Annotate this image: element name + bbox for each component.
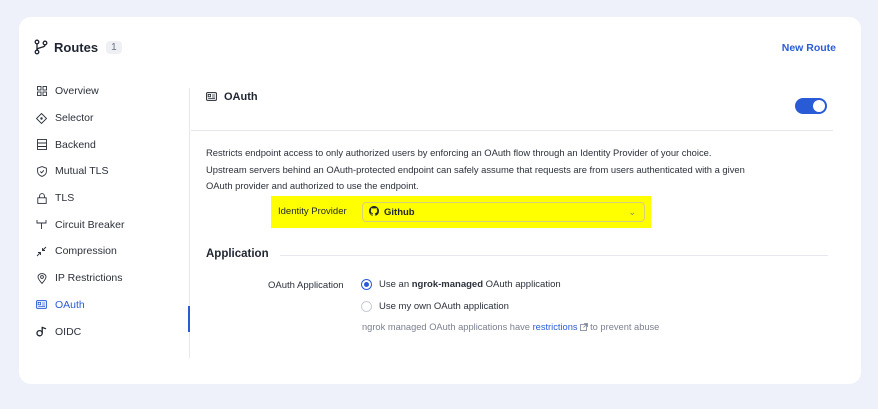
- page-title: Routes: [54, 39, 99, 55]
- radio-button-unchecked[interactable]: [361, 301, 372, 312]
- sidebar-active-indicator: [188, 306, 190, 332]
- sidebar-item-overview[interactable]: Overview: [36, 78, 188, 105]
- application-divider: [280, 255, 828, 256]
- identity-provider-select[interactable]: Github ⌄: [362, 202, 645, 222]
- external-link-icon: [579, 320, 588, 331]
- shield-icon: [36, 166, 47, 177]
- radio-own-label: Use my own OAuth application: [379, 301, 509, 312]
- restrictions-link[interactable]: restrictions: [533, 322, 578, 332]
- chevron-down-icon: ⌄: [628, 207, 636, 217]
- application-section-title: Application: [206, 248, 269, 260]
- sidebar-item-tls[interactable]: TLS: [36, 185, 188, 212]
- sidebar-item-mutual-tls[interactable]: Mutual TLS: [36, 158, 188, 185]
- radio-ngrok-managed[interactable]: Use an ngrok-managed OAuth application: [361, 279, 561, 290]
- compress-icon: [36, 246, 47, 257]
- managed-restrictions-note: ngrok managed OAuth applications have re…: [362, 320, 660, 332]
- sidebar-item-label: Mutual TLS: [55, 165, 109, 178]
- sidebar-item-label: Selector: [55, 112, 94, 125]
- radio-button-checked[interactable]: [361, 279, 372, 290]
- sidebar: Overview Selector Backend Mutual TLS TLS Circ…: [36, 78, 188, 345]
- sidebar-item-label: IP Restrictions: [55, 272, 123, 285]
- lock-icon: [36, 192, 47, 204]
- sidebar-item-oidc[interactable]: OIDC: [36, 318, 188, 345]
- sidebar-item-label: Compression: [55, 245, 117, 258]
- sidebar-item-label: OAuth: [55, 298, 85, 311]
- new-route-button[interactable]: New Route: [782, 42, 836, 54]
- routes-header: Routes 1: [34, 39, 122, 55]
- routes-count-badge: 1: [106, 40, 122, 54]
- id-card-icon: [206, 88, 217, 106]
- section-divider: [191, 130, 833, 131]
- branch-icon: [34, 39, 48, 55]
- sidebar-item-ip-restrictions[interactable]: IP Restrictions: [36, 265, 188, 292]
- sidebar-item-selector[interactable]: Selector: [36, 105, 188, 132]
- oauth-enabled-toggle[interactable]: [795, 98, 827, 114]
- sidebar-item-circuit-breaker[interactable]: Circuit Breaker: [36, 211, 188, 238]
- grid-icon: [36, 86, 47, 97]
- sidebar-item-label: Overview: [55, 85, 99, 98]
- section-title: OAuth: [224, 91, 258, 103]
- identity-provider-value: Github: [384, 206, 415, 218]
- github-icon: [369, 205, 379, 219]
- sidebar-item-label: Circuit Breaker: [55, 218, 125, 231]
- circuit-breaker-icon: [36, 219, 47, 230]
- sidebar-item-oauth[interactable]: OAuth: [36, 292, 188, 319]
- sidebar-item-compression[interactable]: Compression: [36, 238, 188, 265]
- radio-own-app[interactable]: Use my own OAuth application: [361, 301, 509, 312]
- sidebar-item-label: Backend: [55, 138, 96, 151]
- oauth-application-label: OAuth Application: [268, 280, 344, 291]
- radio-managed-label: Use an ngrok-managed OAuth application: [379, 279, 561, 290]
- id-card-icon: [36, 299, 47, 310]
- backend-icon: [36, 139, 47, 151]
- oauth-section-header: OAuth: [206, 88, 832, 106]
- identity-provider-label: Identity Provider: [278, 206, 347, 217]
- sidebar-item-backend[interactable]: Backend: [36, 131, 188, 158]
- selector-icon: [36, 112, 47, 124]
- oidc-icon: [36, 326, 47, 337]
- sidebar-item-label: OIDC: [55, 325, 82, 338]
- location-pin-icon: [36, 272, 47, 284]
- sidebar-item-label: TLS: [55, 192, 75, 205]
- oauth-description: Restricts endpoint access to only author…: [206, 147, 745, 191]
